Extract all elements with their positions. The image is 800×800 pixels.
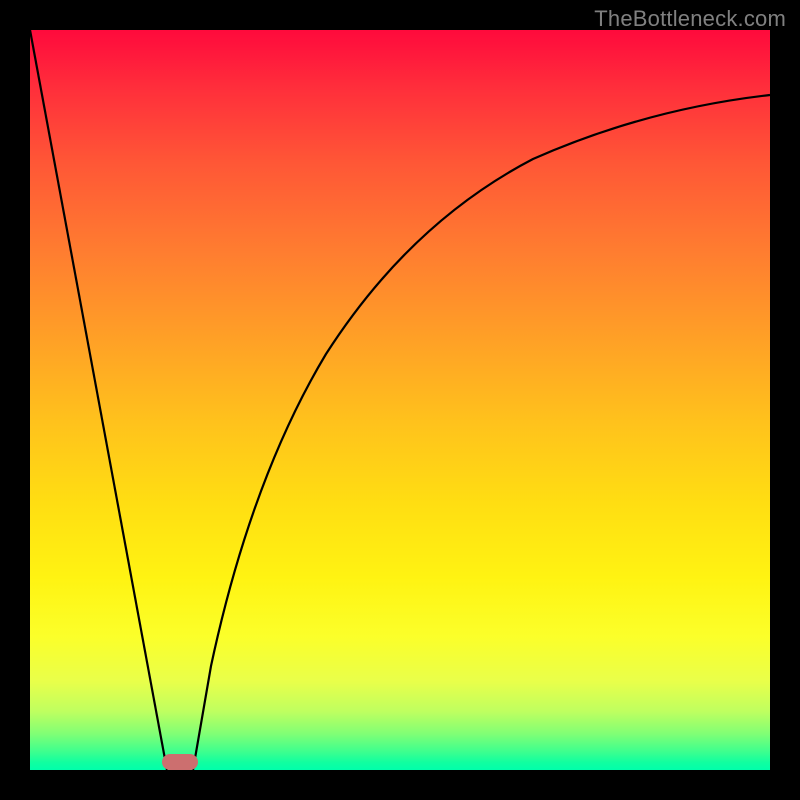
chart-outer-frame: TheBottleneck.com: [0, 0, 800, 800]
optimal-point-marker: [162, 754, 198, 770]
plot-area: [30, 30, 770, 770]
watermark-text: TheBottleneck.com: [594, 6, 786, 32]
chart-lines: [30, 30, 770, 770]
right-curve: [193, 95, 770, 770]
left-line: [30, 30, 167, 770]
